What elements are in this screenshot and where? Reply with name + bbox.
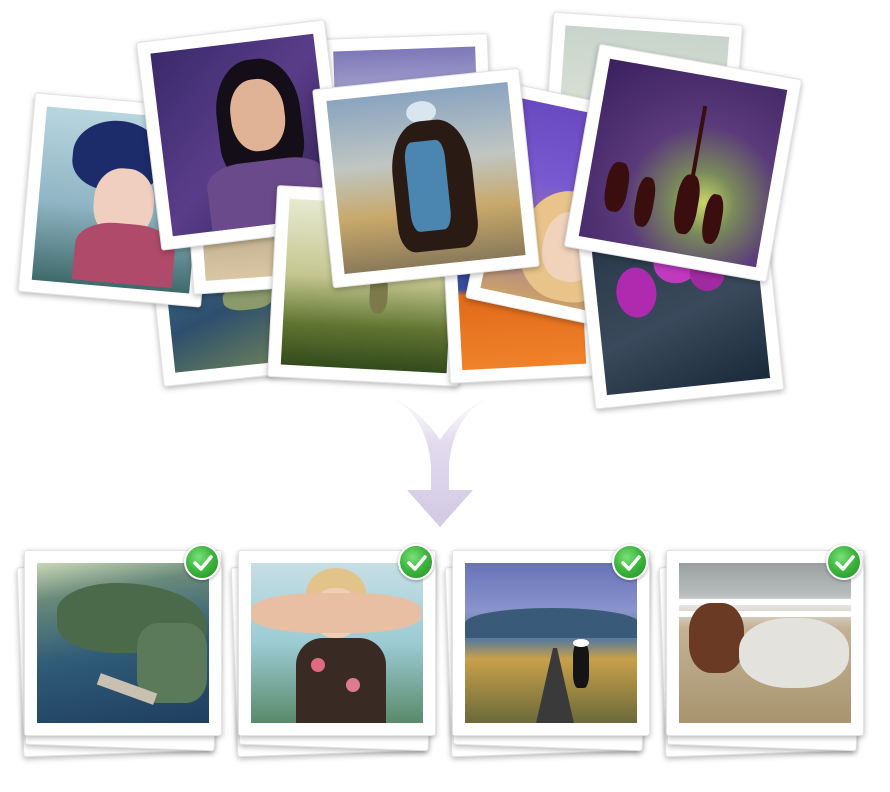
checkmark-icon[interactable] bbox=[398, 544, 434, 580]
stack-front-photo bbox=[238, 550, 436, 736]
stack-mountain-path[interactable] bbox=[444, 544, 651, 758]
photo-girl-on-path[interactable] bbox=[312, 67, 540, 289]
stack-blonde-woman[interactable] bbox=[230, 544, 437, 758]
checkmark-icon[interactable] bbox=[826, 544, 862, 580]
stack-front-photo bbox=[666, 550, 864, 736]
stack-front-photo bbox=[452, 550, 650, 736]
stack-coastline[interactable] bbox=[16, 544, 223, 758]
photo-windmill-silhouettes[interactable] bbox=[563, 43, 803, 283]
down-merge-arrow-icon bbox=[385, 395, 495, 527]
stack-front-photo bbox=[24, 550, 222, 736]
checkmark-icon[interactable] bbox=[184, 544, 220, 580]
stack-horses[interactable] bbox=[658, 544, 865, 758]
checkmark-icon[interactable] bbox=[612, 544, 648, 580]
